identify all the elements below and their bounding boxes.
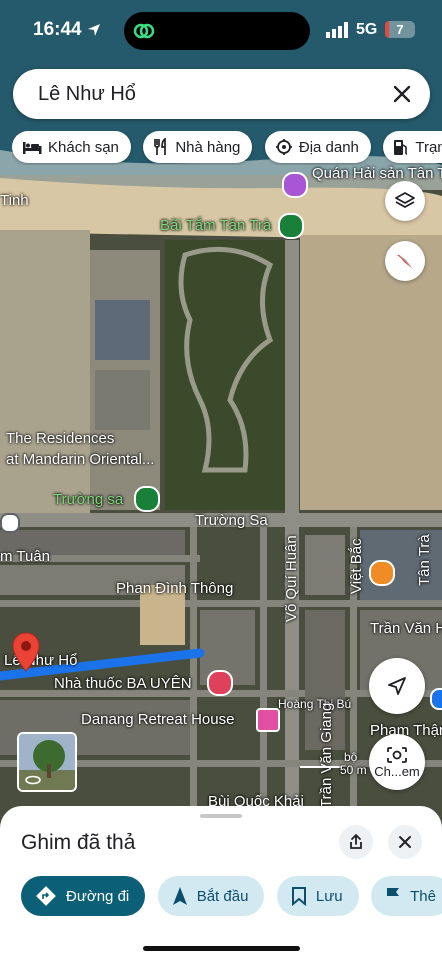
map-label-tan-tra: Tân Trà: [416, 534, 433, 586]
chip-landmarks[interactable]: Địa danh: [264, 131, 371, 163]
chip-label: Trạm x: [415, 138, 442, 156]
search-query[interactable]: Lê Như Hổ: [38, 83, 136, 106]
category-chips: Khách sạn Nhà hàng Địa danh Trạm x: [12, 131, 442, 165]
start-label: Bắt đầu: [196, 887, 249, 905]
bookmark-icon: [291, 887, 306, 906]
map-label-pharmacy[interactable]: Nhà thuốc BA UYÊN: [54, 675, 192, 692]
close-icon[interactable]: [388, 80, 416, 108]
scale-label: 50 m: [340, 763, 367, 777]
map-label-tran-van-h: Trần Văn H: [370, 620, 442, 637]
rotate-360-icon: [25, 775, 41, 785]
sheet-handle[interactable]: [200, 814, 242, 818]
location-arrow-icon: [88, 24, 100, 36]
compass-button[interactable]: [385, 241, 425, 281]
chip-label: Nhà hàng: [175, 138, 241, 156]
home-indicator[interactable]: [143, 946, 300, 951]
park-marker-icon[interactable]: [134, 486, 160, 512]
sheet-title: Ghim đã thả: [21, 831, 136, 854]
map-label-hoang-thi: Hoàng Thị Bú: [278, 697, 352, 711]
dropped-pin-icon[interactable]: [12, 632, 40, 672]
map-label-truong-sa-park[interactable]: Trường sa: [53, 491, 123, 508]
add-label-label: Thê: [410, 887, 436, 905]
chip-label: Địa danh: [298, 138, 359, 156]
map-label-vo-qui-huan: Võ Quí Huân: [283, 535, 300, 622]
map-label-phan-dinh-thong: Phan Đình Thông: [116, 580, 234, 597]
pharmacy-marker-icon[interactable]: [207, 670, 233, 696]
lens-button[interactable]: Ch...em: [369, 734, 425, 790]
start-button[interactable]: Bắt đầu: [157, 876, 265, 916]
lens-label: Ch...em: [374, 763, 420, 779]
save-label: Lưu: [315, 887, 343, 905]
network-type: 5G: [356, 21, 378, 38]
map-label-m-tuan: m Tuân: [0, 548, 51, 565]
compass-icon: [397, 254, 413, 269]
save-button[interactable]: Lưu: [276, 876, 359, 916]
directions-icon: [36, 886, 56, 906]
chip-restaurants[interactable]: Nhà hàng: [143, 131, 253, 163]
beach-marker-icon[interactable]: [278, 213, 304, 239]
directions-button[interactable]: Đường đi: [21, 876, 146, 916]
map-label-viet-bac: Việt Bắc: [348, 538, 365, 594]
food-marker-icon[interactable]: [369, 560, 395, 586]
navigation-arrow-icon: [172, 887, 187, 905]
action-buttons: Đường đi Bắt đầu Lưu Thê: [21, 876, 442, 918]
map-label-retreat[interactable]: Danang Retreat House: [81, 711, 234, 728]
gas-station-icon: [394, 140, 408, 155]
flag-icon: [387, 888, 400, 905]
add-label-button[interactable]: Thê: [371, 876, 442, 916]
landmark-icon: [275, 139, 292, 155]
share-button[interactable]: [339, 825, 373, 859]
share-icon: [350, 834, 362, 849]
chip-gas-stations[interactable]: Trạm x: [383, 131, 442, 163]
search-bar[interactable]: Lê Như Hổ: [13, 69, 430, 119]
map-label-truong-sa-road: Trường Sa: [195, 512, 268, 529]
navigation-arrow-icon: [388, 677, 406, 695]
scale-alt-label: bộ: [344, 750, 358, 764]
camera-lens-icon: [387, 746, 407, 763]
street-view-thumbnail[interactable]: [17, 732, 77, 792]
signal-icon: [326, 22, 348, 38]
close-icon: [399, 836, 411, 848]
map-label-restaurant-line1[interactable]: Quán Hải sản Tân Trà Be: [312, 165, 442, 182]
retreat-marker-icon[interactable]: [256, 708, 280, 732]
bottom-sheet[interactable]: Ghim đã thả Đường đi Bắt đầu Lưu Thê: [0, 806, 442, 960]
my-location-button[interactable]: [369, 658, 425, 714]
map-label-beach-left: Tinh: [0, 192, 29, 209]
map-label-beach[interactable]: Bãi Tắm Tân Trà: [160, 217, 271, 234]
chip-hotels[interactable]: Khách sạn: [12, 131, 131, 163]
directions-label: Đường đi: [66, 887, 130, 905]
restaurant-icon: [154, 138, 167, 155]
location-dot-icon[interactable]: [0, 513, 20, 533]
dynamic-island: [124, 12, 310, 50]
side-marker-icon[interactable]: [430, 688, 442, 710]
map-label-residences-line2[interactable]: at Mandarin Oriental...: [6, 451, 154, 468]
close-sheet-button[interactable]: [388, 825, 422, 859]
map-label-residences[interactable]: The Residences: [6, 430, 114, 447]
battery-icon: 7: [385, 21, 415, 38]
restaurant-marker-icon[interactable]: [282, 172, 308, 198]
status-time: 16:44: [33, 19, 82, 40]
scale-bar: bộ 50 m: [300, 750, 367, 778]
layers-icon: [395, 192, 415, 208]
layers-button[interactable]: [385, 181, 425, 221]
chip-label: Khách sạn: [48, 138, 119, 156]
battery-percent: 7: [396, 22, 404, 37]
bed-icon: [23, 142, 42, 154]
app-activity-icon: [133, 23, 155, 39]
status-bar: 16:44 5G 7: [0, 0, 442, 60]
